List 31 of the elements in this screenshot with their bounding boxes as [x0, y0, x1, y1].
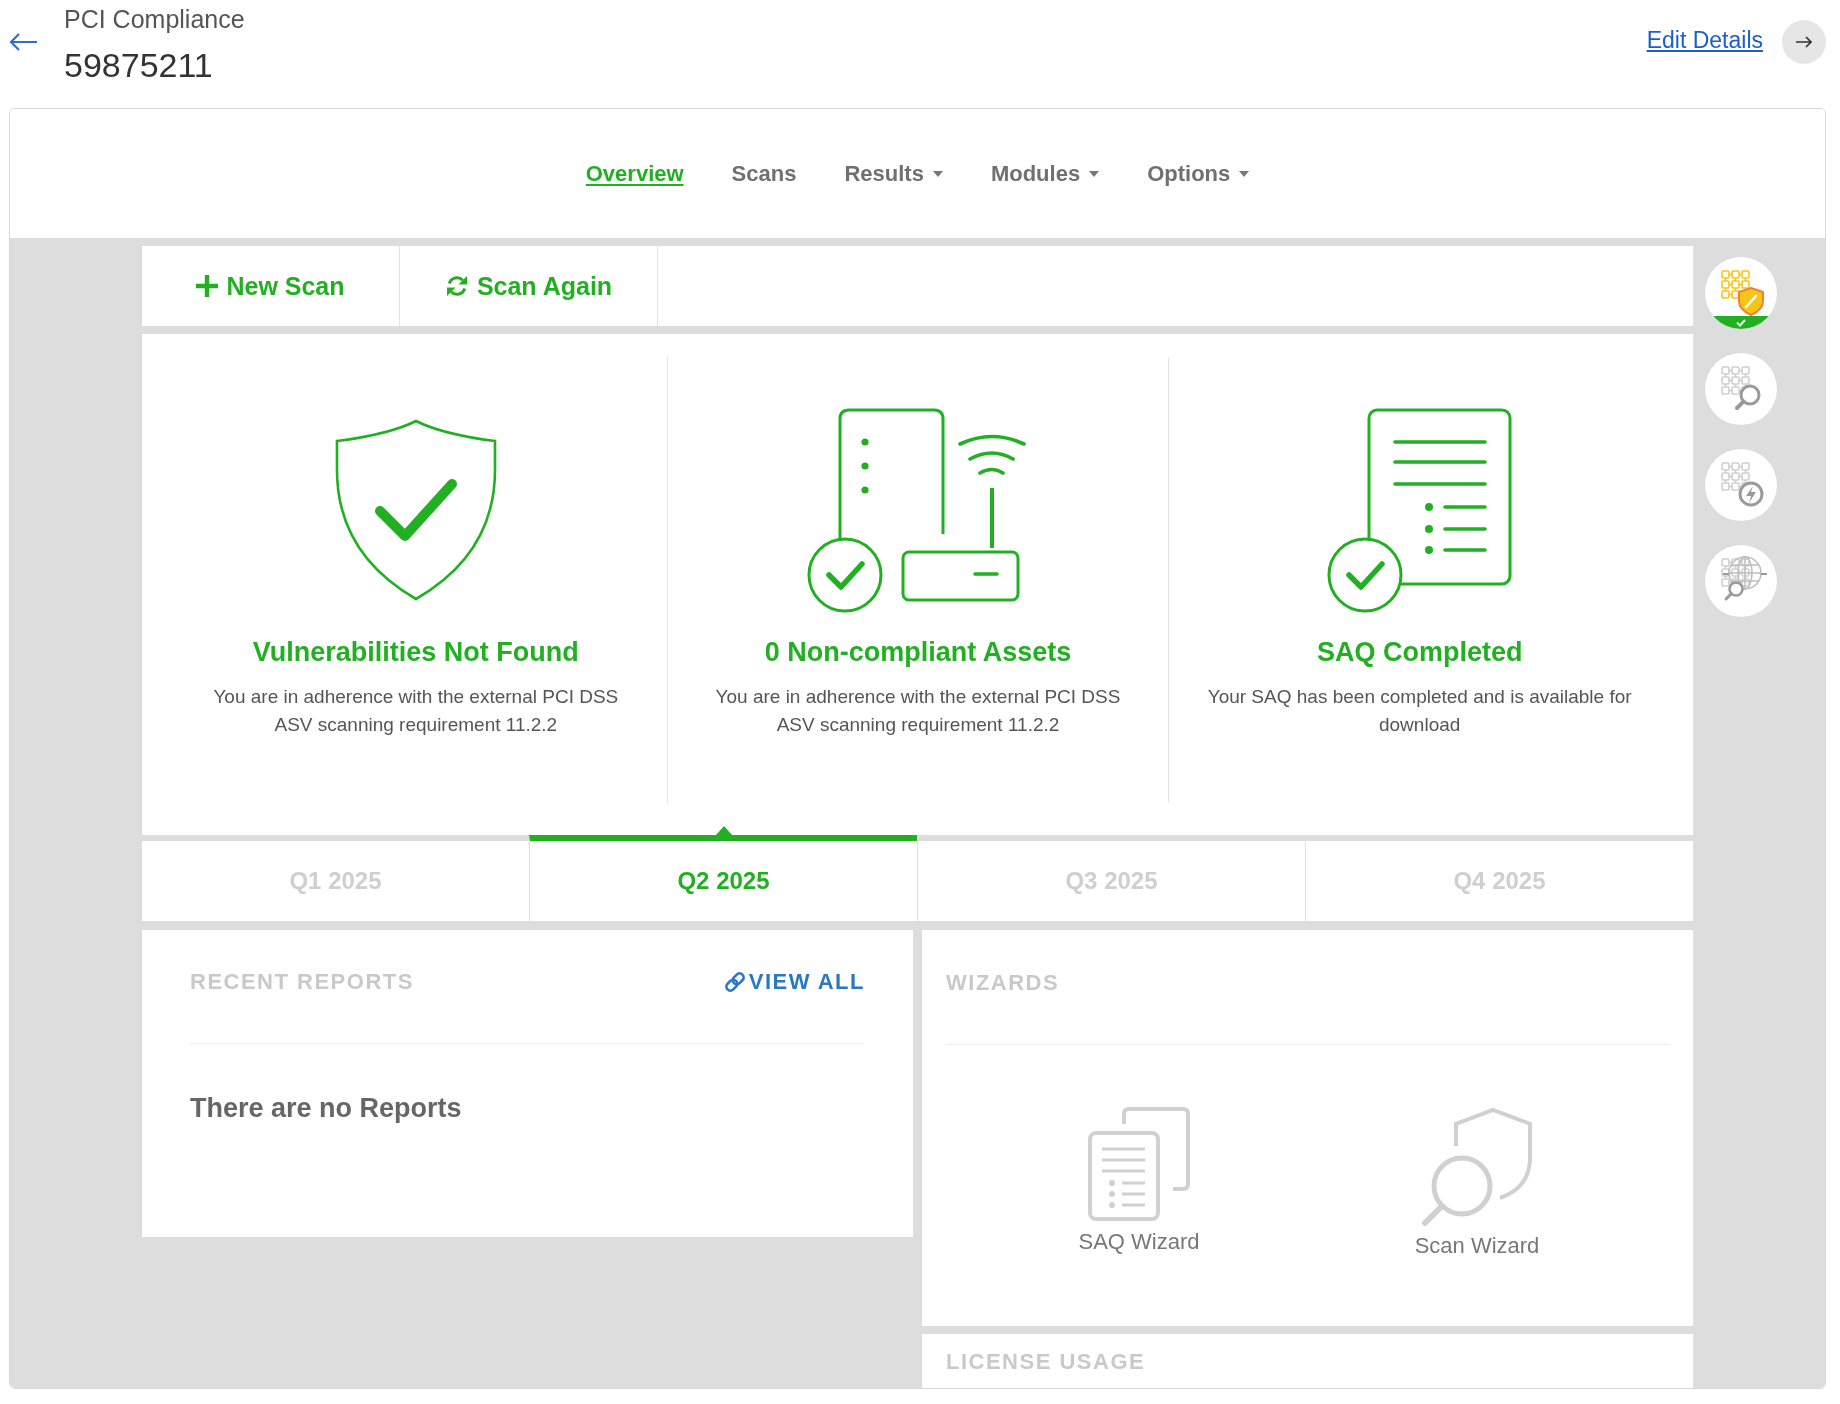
status-title: 0 Non-compliant Assets — [764, 636, 1072, 668]
edit-details-link[interactable]: Edit Details — [1646, 26, 1763, 54]
empty-message: There are no Reports — [190, 1092, 463, 1124]
link-icon — [722, 970, 747, 994]
status-title: SAQ Completed — [1316, 636, 1523, 668]
refresh-icon — [444, 274, 469, 298]
globe-search-icon[interactable] — [1705, 545, 1777, 617]
nav-tab[interactable]: Results — [844, 160, 943, 187]
next-button[interactable] — [1782, 20, 1826, 64]
documents-icon — [1087, 1106, 1191, 1222]
wizard-button[interactable]: SAQ Wizard — [1078, 1106, 1200, 1259]
grid-search-icon[interactable] — [1705, 353, 1777, 425]
shield-search-icon — [1420, 1106, 1534, 1226]
status-description: Your SAQ has been completed and is available for download — [1206, 685, 1633, 737]
wizard-button[interactable]: Scan Wizard — [1414, 1106, 1540, 1259]
view-all-link[interactable]: VIEW ALL — [722, 969, 865, 995]
status-description: You are in adherence with the external PCI DSS ASV scanning requirement 11.2.2 — [212, 685, 620, 737]
status-description: You are in adherence with the external PCI DSS ASV scanning requirement 11.2.2 — [714, 685, 1122, 737]
nav-tab[interactable]: Scans — [731, 160, 797, 187]
pointer-icon — [715, 826, 732, 835]
status-title: Vulnerabilities Not Found — [252, 636, 579, 668]
nav-tab[interactable]: Options — [1147, 160, 1250, 187]
page-title: 59875211 — [64, 45, 213, 85]
page-subtitle: PCI Compliance — [64, 4, 245, 34]
back-arrow-icon[interactable] — [9, 32, 38, 52]
arrow-right-icon — [1796, 36, 1812, 48]
grid-shield-icon[interactable] — [1705, 257, 1777, 329]
plus-icon — [196, 275, 219, 297]
grid-lightning-icon[interactable] — [1705, 449, 1777, 521]
nav-tab[interactable]: Overview — [585, 160, 684, 187]
nav-tab[interactable]: Modules — [990, 160, 1100, 187]
